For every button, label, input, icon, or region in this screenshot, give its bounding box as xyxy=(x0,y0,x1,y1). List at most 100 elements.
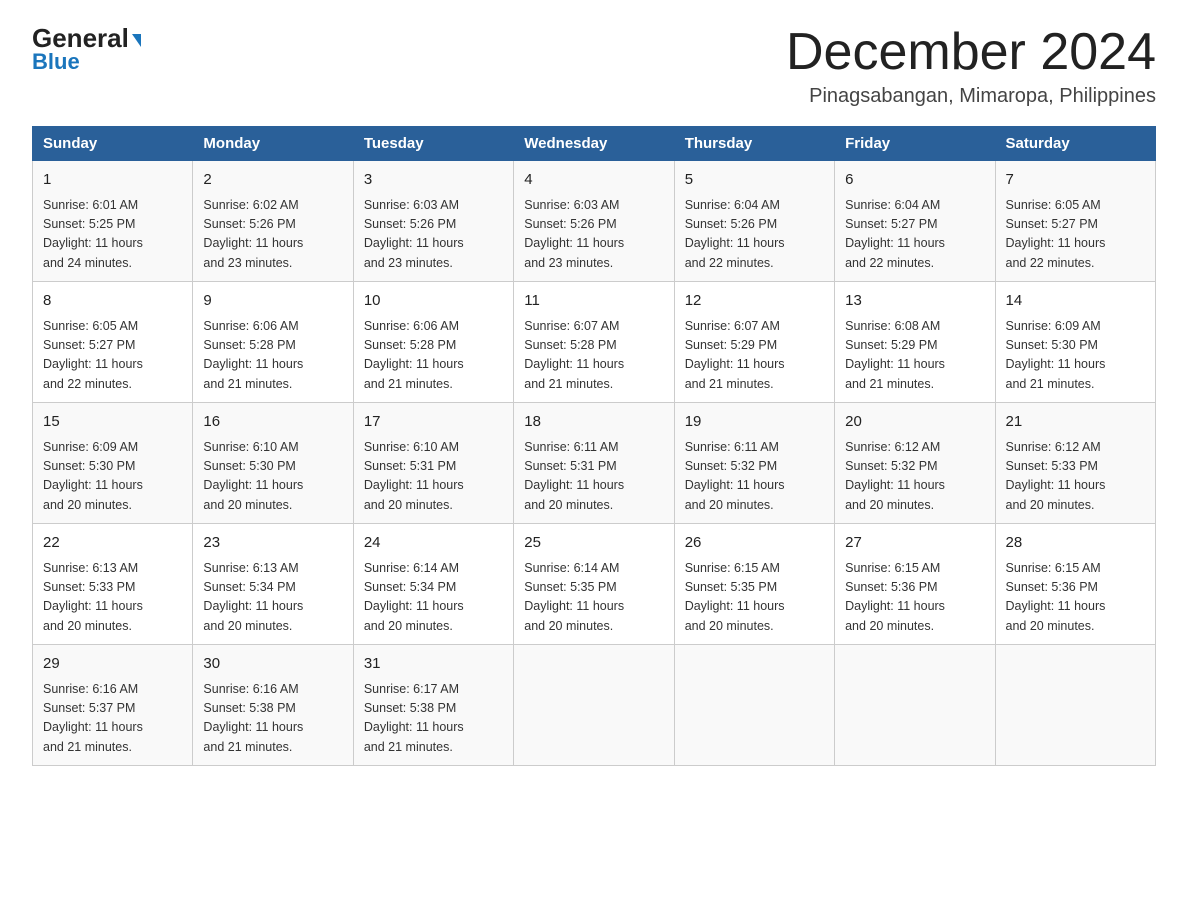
day-info: Sunrise: 6:09 AMSunset: 5:30 PMDaylight:… xyxy=(43,438,182,516)
calendar-cell: 26 Sunrise: 6:15 AMSunset: 5:35 PMDayligh… xyxy=(674,524,834,645)
column-header-sunday: Sunday xyxy=(33,127,193,161)
calendar-cell: 18 Sunrise: 6:11 AMSunset: 5:31 PMDayligh… xyxy=(514,403,674,524)
day-info: Sunrise: 6:16 AMSunset: 5:37 PMDaylight:… xyxy=(43,680,182,758)
day-info: Sunrise: 6:12 AMSunset: 5:33 PMDaylight:… xyxy=(1006,438,1145,516)
calendar-cell: 24 Sunrise: 6:14 AMSunset: 5:34 PMDayligh… xyxy=(353,524,513,645)
day-info: Sunrise: 6:10 AMSunset: 5:31 PMDaylight:… xyxy=(364,438,503,516)
week-row-1: 1Sunrise: 6:01 AMSunset: 5:25 PMDaylight… xyxy=(33,161,1156,282)
day-number: 13 xyxy=(845,290,984,313)
day-info: Sunrise: 6:04 AMSunset: 5:27 PMDaylight:… xyxy=(845,196,984,274)
calendar-cell xyxy=(995,645,1155,766)
day-info: Sunrise: 6:02 AMSunset: 5:26 PMDaylight:… xyxy=(203,196,342,274)
calendar-cell: 28 Sunrise: 6:15 AMSunset: 5:36 PMDayligh… xyxy=(995,524,1155,645)
day-info: Sunrise: 6:01 AMSunset: 5:25 PMDaylight:… xyxy=(43,196,182,274)
calendar-cell: 19Sunrise: 6:11 AMSunset: 5:32 PMDayligh… xyxy=(674,403,834,524)
calendar-cell: 5 Sunrise: 6:04 AMSunset: 5:26 PMDaylight… xyxy=(674,161,834,282)
calendar-cell: 22 Sunrise: 6:13 AMSunset: 5:33 PMDayligh… xyxy=(33,524,193,645)
calendar-cell: 30Sunrise: 6:16 AMSunset: 5:38 PMDayligh… xyxy=(193,645,353,766)
day-info: Sunrise: 6:05 AMSunset: 5:27 PMDaylight:… xyxy=(43,317,182,395)
calendar-cell: 10 Sunrise: 6:06 AMSunset: 5:28 PMDayligh… xyxy=(353,282,513,403)
calendar-cell: 21 Sunrise: 6:12 AMSunset: 5:33 PMDayligh… xyxy=(995,403,1155,524)
day-number: 8 xyxy=(43,290,182,313)
column-header-thursday: Thursday xyxy=(674,127,834,161)
day-number: 9 xyxy=(203,290,342,313)
calendar-cell: 13Sunrise: 6:08 AMSunset: 5:29 PMDayligh… xyxy=(835,282,995,403)
day-number: 4 xyxy=(524,169,663,192)
calendar-cell: 2 Sunrise: 6:02 AMSunset: 5:26 PMDaylight… xyxy=(193,161,353,282)
page-header: General Blue December 2024 Pinagsabangan… xyxy=(32,24,1156,108)
day-number: 20 xyxy=(845,411,984,434)
day-info: Sunrise: 6:06 AMSunset: 5:28 PMDaylight:… xyxy=(364,317,503,395)
calendar-table: SundayMondayTuesdayWednesdayThursdayFrid… xyxy=(32,126,1156,766)
calendar-cell: 3Sunrise: 6:03 AMSunset: 5:26 PMDaylight… xyxy=(353,161,513,282)
column-header-friday: Friday xyxy=(835,127,995,161)
title-block: December 2024 Pinagsabangan, Mimaropa, P… xyxy=(786,24,1156,108)
calendar-cell: 15Sunrise: 6:09 AMSunset: 5:30 PMDayligh… xyxy=(33,403,193,524)
day-info: Sunrise: 6:03 AMSunset: 5:26 PMDaylight:… xyxy=(364,196,503,274)
day-number: 21 xyxy=(1006,411,1145,434)
day-number: 27 xyxy=(845,532,984,555)
day-info: Sunrise: 6:03 AMSunset: 5:26 PMDaylight:… xyxy=(524,196,663,274)
calendar-cell: 17 Sunrise: 6:10 AMSunset: 5:31 PMDayligh… xyxy=(353,403,513,524)
calendar-cell: 8 Sunrise: 6:05 AMSunset: 5:27 PMDaylight… xyxy=(33,282,193,403)
day-info: Sunrise: 6:10 AMSunset: 5:30 PMDaylight:… xyxy=(203,438,342,516)
calendar-cell xyxy=(514,645,674,766)
day-number: 10 xyxy=(364,290,503,313)
day-number: 16 xyxy=(203,411,342,434)
day-number: 29 xyxy=(43,653,182,676)
day-info: Sunrise: 6:15 AMSunset: 5:35 PMDaylight:… xyxy=(685,559,824,637)
day-info: Sunrise: 6:15 AMSunset: 5:36 PMDaylight:… xyxy=(1006,559,1145,637)
day-info: Sunrise: 6:15 AMSunset: 5:36 PMDaylight:… xyxy=(845,559,984,637)
day-number: 11 xyxy=(524,290,663,313)
day-number: 26 xyxy=(685,532,824,555)
week-row-3: 15Sunrise: 6:09 AMSunset: 5:30 PMDayligh… xyxy=(33,403,1156,524)
day-info: Sunrise: 6:06 AMSunset: 5:28 PMDaylight:… xyxy=(203,317,342,395)
column-header-tuesday: Tuesday xyxy=(353,127,513,161)
calendar-cell: 29 Sunrise: 6:16 AMSunset: 5:37 PMDayligh… xyxy=(33,645,193,766)
day-number: 23 xyxy=(203,532,342,555)
day-number: 24 xyxy=(364,532,503,555)
day-number: 19 xyxy=(685,411,824,434)
day-info: Sunrise: 6:07 AMSunset: 5:28 PMDaylight:… xyxy=(524,317,663,395)
calendar-cell: 16 Sunrise: 6:10 AMSunset: 5:30 PMDayligh… xyxy=(193,403,353,524)
calendar-cell: 31 Sunrise: 6:17 AMSunset: 5:38 PMDayligh… xyxy=(353,645,513,766)
page-title: December 2024 xyxy=(786,24,1156,81)
logo: General Blue xyxy=(32,24,141,75)
subtitle: Pinagsabangan, Mimaropa, Philippines xyxy=(786,85,1156,108)
week-row-4: 22 Sunrise: 6:13 AMSunset: 5:33 PMDayligh… xyxy=(33,524,1156,645)
column-header-wednesday: Wednesday xyxy=(514,127,674,161)
calendar-cell: 6 Sunrise: 6:04 AMSunset: 5:27 PMDaylight… xyxy=(835,161,995,282)
day-number: 28 xyxy=(1006,532,1145,555)
calendar-cell: 12 Sunrise: 6:07 AMSunset: 5:29 PMDayligh… xyxy=(674,282,834,403)
day-info: Sunrise: 6:09 AMSunset: 5:30 PMDaylight:… xyxy=(1006,317,1145,395)
calendar-cell: 7Sunrise: 6:05 AMSunset: 5:27 PMDaylight… xyxy=(995,161,1155,282)
day-info: Sunrise: 6:04 AMSunset: 5:26 PMDaylight:… xyxy=(685,196,824,274)
day-number: 2 xyxy=(203,169,342,192)
day-number: 22 xyxy=(43,532,182,555)
calendar-cell: 27 Sunrise: 6:15 AMSunset: 5:36 PMDayligh… xyxy=(835,524,995,645)
day-info: Sunrise: 6:16 AMSunset: 5:38 PMDaylight:… xyxy=(203,680,342,758)
day-info: Sunrise: 6:13 AMSunset: 5:33 PMDaylight:… xyxy=(43,559,182,637)
day-info: Sunrise: 6:14 AMSunset: 5:35 PMDaylight:… xyxy=(524,559,663,637)
column-header-monday: Monday xyxy=(193,127,353,161)
calendar-cell: 25Sunrise: 6:14 AMSunset: 5:35 PMDayligh… xyxy=(514,524,674,645)
day-number: 31 xyxy=(364,653,503,676)
day-number: 12 xyxy=(685,290,824,313)
column-header-saturday: Saturday xyxy=(995,127,1155,161)
day-number: 17 xyxy=(364,411,503,434)
day-info: Sunrise: 6:05 AMSunset: 5:27 PMDaylight:… xyxy=(1006,196,1145,274)
week-row-2: 8 Sunrise: 6:05 AMSunset: 5:27 PMDaylight… xyxy=(33,282,1156,403)
day-number: 5 xyxy=(685,169,824,192)
calendar-cell: 4 Sunrise: 6:03 AMSunset: 5:26 PMDaylight… xyxy=(514,161,674,282)
day-info: Sunrise: 6:07 AMSunset: 5:29 PMDaylight:… xyxy=(685,317,824,395)
calendar-cell xyxy=(835,645,995,766)
calendar-cell: 11 Sunrise: 6:07 AMSunset: 5:28 PMDayligh… xyxy=(514,282,674,403)
day-number: 6 xyxy=(845,169,984,192)
calendar-cell: 9 Sunrise: 6:06 AMSunset: 5:28 PMDaylight… xyxy=(193,282,353,403)
day-info: Sunrise: 6:11 AMSunset: 5:31 PMDaylight:… xyxy=(524,438,663,516)
day-info: Sunrise: 6:14 AMSunset: 5:34 PMDaylight:… xyxy=(364,559,503,637)
calendar-header-row: SundayMondayTuesdayWednesdayThursdayFrid… xyxy=(33,127,1156,161)
day-info: Sunrise: 6:17 AMSunset: 5:38 PMDaylight:… xyxy=(364,680,503,758)
day-number: 18 xyxy=(524,411,663,434)
calendar-cell: 23Sunrise: 6:13 AMSunset: 5:34 PMDayligh… xyxy=(193,524,353,645)
